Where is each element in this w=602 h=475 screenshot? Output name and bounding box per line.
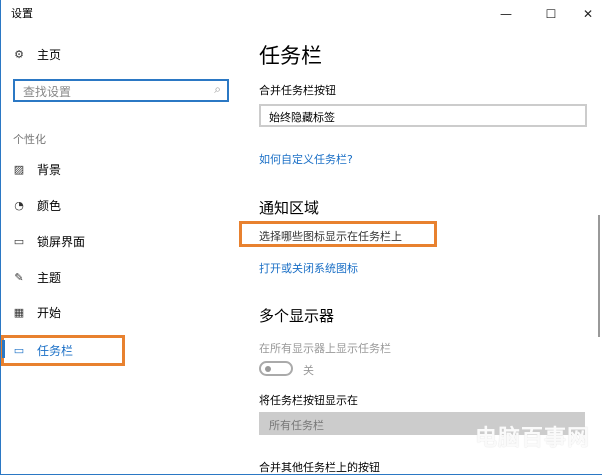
notify-link-icons[interactable]: 选择哪些图标显示在任务栏上: [259, 228, 402, 244]
taskbar-highlight: [1, 335, 125, 366]
combine-dropdown[interactable]: 始终隐藏标签: [259, 104, 587, 127]
customize-link[interactable]: 如何自定义任务栏?: [259, 151, 353, 167]
multi-heading: 多个显示器: [259, 307, 335, 325]
home-label: 主页: [37, 48, 62, 62]
sidebar-item-label: 开始: [37, 306, 62, 320]
gear-icon: ⚙: [14, 48, 24, 61]
combine-value: 始终隐藏标签: [269, 111, 335, 124]
picture-icon: ▨: [13, 163, 25, 176]
buttons-on-label: 将任务栏按钮显示在: [259, 394, 358, 407]
show-all-label: 在所有显示器上显示任务栏: [259, 342, 391, 355]
start-icon: ▦: [13, 306, 25, 319]
minimize-button[interactable]: —: [491, 0, 521, 28]
window-title: 设置: [11, 7, 33, 20]
sidebar-item-label: 主题: [37, 271, 62, 285]
toggle-state: 关: [303, 364, 314, 377]
search-icon[interactable]: ⌕: [214, 82, 221, 97]
search-placeholder: 查找设置: [23, 85, 72, 99]
search-input[interactable]: 查找设置 ⌕: [13, 79, 229, 102]
sidebar-item-3[interactable]: ✎ 主题: [13, 269, 61, 286]
selected-indicator: [2, 340, 5, 358]
show-all-toggle[interactable]: [259, 361, 293, 376]
sidebar-item-2[interactable]: ▭ 锁屏界面: [13, 233, 85, 250]
buttons-on-value: 所有任务栏: [269, 419, 324, 432]
maximize-button[interactable]: ☐: [536, 0, 566, 28]
notify-link-system-icons[interactable]: 打开或关闭系统图标: [259, 260, 358, 276]
combine-other-label: 合并其他任务栏上的按钮: [259, 461, 380, 474]
close-button[interactable]: ✕: [573, 0, 602, 28]
lock-screen-icon: ▭: [13, 235, 25, 248]
combine-label: 合并任务栏按钮: [259, 84, 336, 97]
watermark: 电脑百事网: [474, 426, 590, 451]
sidebar-item-0[interactable]: ▨ 背景: [13, 161, 61, 178]
sidebar-item-home[interactable]: ⚙ 主页: [13, 46, 61, 63]
palette-icon: ◔: [14, 199, 24, 212]
sidebar-item-4[interactable]: ▦ 开始: [13, 304, 61, 321]
sidebar-item-label: 颜色: [37, 199, 62, 213]
section-heading: 个性化: [13, 133, 46, 146]
scrollbar[interactable]: [598, 215, 600, 337]
theme-icon: ✎: [14, 271, 24, 284]
sidebar-item-label: 锁屏界面: [37, 235, 86, 249]
page-title: 任务栏: [259, 44, 322, 68]
sidebar-item-1[interactable]: ◔ 颜色: [13, 197, 61, 214]
notify-heading: 通知区域: [259, 199, 320, 217]
sidebar-item-label: 背景: [37, 163, 62, 177]
